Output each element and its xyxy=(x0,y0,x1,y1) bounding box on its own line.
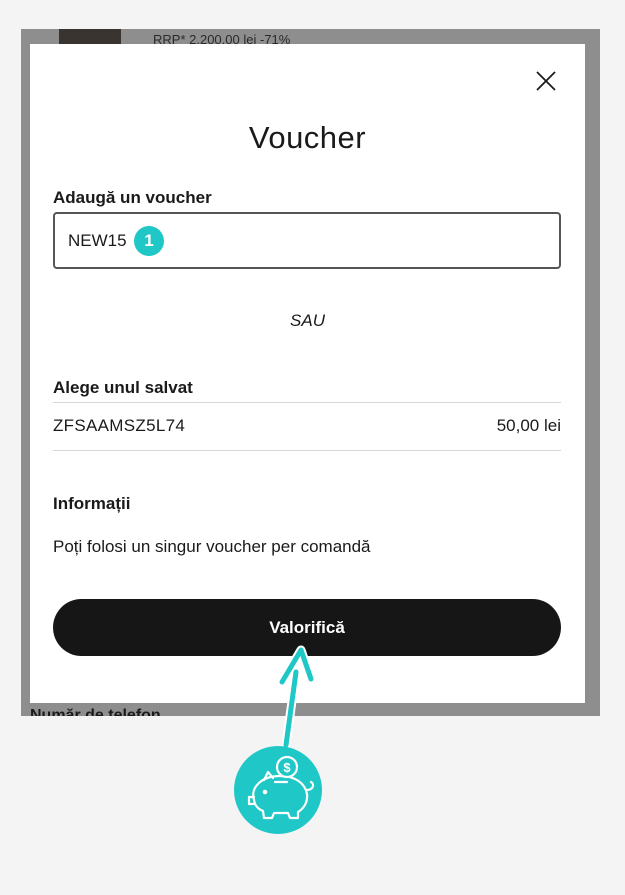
step-badge: 1 xyxy=(134,226,164,256)
add-voucher-label: Adaugă un voucher xyxy=(53,188,212,207)
apply-voucher-button[interactable]: Valorifică xyxy=(53,599,561,656)
annotation-circle xyxy=(234,746,322,834)
voucher-input-container: 1 xyxy=(53,212,561,269)
phone-number-label: Număr de telefon xyxy=(30,707,161,716)
saved-voucher-item[interactable]: ZFSAAMSZ5L74 50,00 lei xyxy=(53,403,561,450)
saved-voucher-amount: 50,00 lei xyxy=(496,416,561,435)
modal-title: Voucher xyxy=(248,120,367,155)
voucher-input[interactable] xyxy=(68,214,368,267)
piggy-bank-icon xyxy=(247,770,315,820)
product-thumbnail xyxy=(59,29,121,45)
saved-voucher-code: ZFSAAMSZ5L74 xyxy=(53,416,186,435)
coin-symbol: $ xyxy=(283,760,291,775)
saved-vouchers-label: Alege unul salvat xyxy=(53,378,193,397)
coin-icon: $ xyxy=(275,755,299,779)
info-label: Informații xyxy=(53,494,131,513)
or-separator: SAU xyxy=(290,311,325,330)
close-icon xyxy=(536,71,556,91)
divider xyxy=(53,450,561,451)
info-text: Poți folosi un singur voucher per comand… xyxy=(53,537,371,556)
close-button[interactable] xyxy=(534,69,558,93)
voucher-modal: Voucher Adaugă un voucher 1 SAU Alege un… xyxy=(30,44,585,703)
